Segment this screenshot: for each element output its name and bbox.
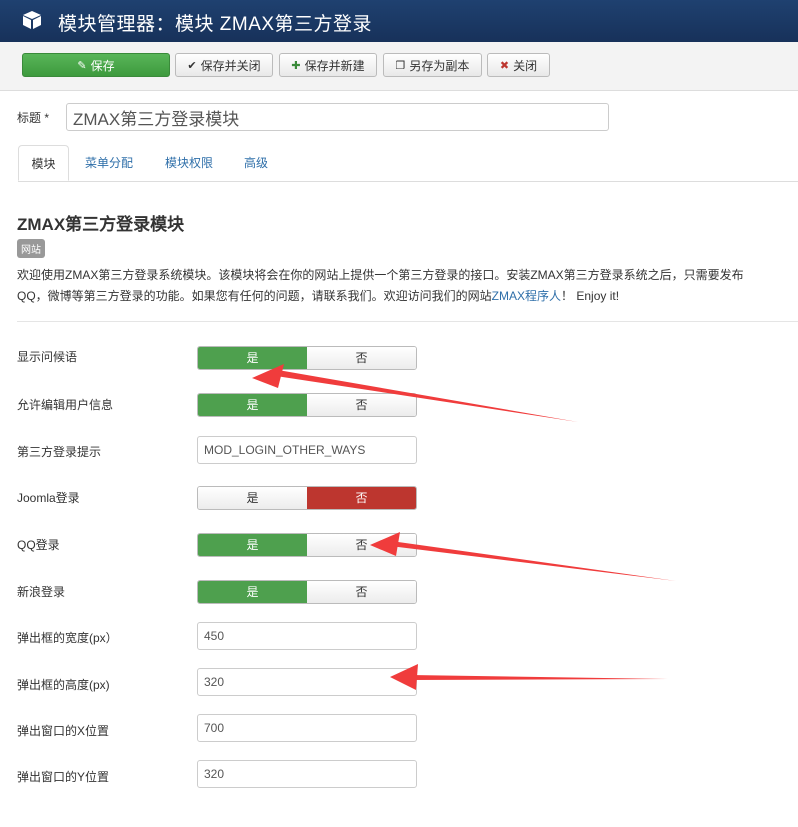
- allow-edit-yes[interactable]: 是: [198, 394, 307, 416]
- page-title: 模块管理器：模块 ZMAX第三方登录: [58, 14, 373, 35]
- allow-edit-no[interactable]: 否: [307, 394, 416, 416]
- module-title: ZMAX第三方登录模块: [17, 215, 185, 234]
- cube-icon: [23, 11, 41, 29]
- hint-input[interactable]: [197, 436, 417, 464]
- greeting-no[interactable]: 否: [307, 347, 416, 369]
- joomla-label: Joomla登录: [17, 491, 80, 505]
- save-new-button[interactable]: ✚ 保存并新建: [279, 53, 377, 77]
- qq-no[interactable]: 否: [307, 534, 416, 556]
- popup-y-label: 弹出窗口的Y位置: [17, 770, 110, 784]
- save-close-button[interactable]: ✔ 保存并关闭: [175, 53, 273, 77]
- popup-height-label: 弹出框的高度(px): [17, 678, 110, 692]
- description-line-1: 欢迎使用ZMAX第三方登录系统模块。该模块将会在你的网站上提供一个第三方登录的接…: [17, 268, 744, 282]
- popup-width-input[interactable]: [197, 622, 417, 650]
- title-input[interactable]: [66, 103, 609, 131]
- app-header: 模块管理器：模块 ZMAX第三方登录: [0, 0, 798, 42]
- zmax-link[interactable]: ZMAX程序人: [492, 289, 561, 303]
- weibo-label: 新浪登录: [17, 585, 66, 599]
- allow-edit-toggle[interactable]: 是 否: [197, 393, 417, 417]
- hint-label: 第三方登录提示: [17, 445, 102, 459]
- qq-toggle[interactable]: 是 否: [197, 533, 417, 557]
- annotation-arrow-2: [390, 541, 676, 581]
- weibo-no[interactable]: 否: [307, 581, 416, 603]
- plus-icon: ✚: [291, 59, 301, 72]
- tab-module-permissions[interactable]: 模块权限: [156, 145, 222, 181]
- popup-y-input[interactable]: [197, 760, 417, 788]
- qq-yes[interactable]: 是: [198, 534, 307, 556]
- save-button[interactable]: ✎ 保存: [22, 53, 170, 77]
- tab-bar: 模块 菜单分配 模块权限 高级: [18, 145, 798, 182]
- divider: [17, 321, 798, 322]
- title-label: 标题 *: [17, 111, 50, 125]
- weibo-toggle[interactable]: 是 否: [197, 580, 417, 604]
- save-copy-button[interactable]: ❐ 另存为副本: [383, 53, 482, 77]
- close-icon: ✖: [499, 59, 510, 72]
- allow-edit-label: 允许编辑用户信息: [17, 398, 114, 412]
- greeting-label: 显示问候语: [17, 350, 78, 364]
- site-badge: 网站: [17, 239, 45, 258]
- annotation-arrow-3: [410, 675, 668, 680]
- weibo-yes[interactable]: 是: [198, 581, 307, 603]
- toolbar: ✎ 保存 ✔ 保存并关闭 ✚ 保存并新建 ❐ 另存为副本 ✖ 关闭: [0, 42, 798, 91]
- edit-icon: ✎: [77, 59, 87, 72]
- greeting-yes[interactable]: 是: [198, 347, 307, 369]
- joomla-yes[interactable]: 是: [198, 487, 307, 509]
- popup-height-input[interactable]: [197, 668, 417, 696]
- popup-x-label: 弹出窗口的X位置: [17, 724, 110, 738]
- joomla-no[interactable]: 否: [307, 487, 416, 509]
- close-button[interactable]: ✖ 关闭: [487, 53, 550, 77]
- check-icon: ✔: [187, 59, 197, 72]
- greeting-toggle[interactable]: 是 否: [197, 346, 417, 370]
- qq-label: QQ登录: [17, 538, 60, 552]
- description-line-2: QQ，微博等第三方登录的功能。如果您有任何的问题，请联系我们。欢迎访问我们的网站…: [17, 289, 620, 303]
- popup-width-label: 弹出框的宽度(px）: [17, 631, 118, 645]
- tab-module[interactable]: 模块: [18, 145, 69, 181]
- popup-x-input[interactable]: [197, 714, 417, 742]
- module-description: 欢迎使用ZMAX第三方登录系统模块。该模块将会在你的网站上提供一个第三方登录的接…: [17, 265, 798, 307]
- copy-icon: ❐: [395, 59, 406, 72]
- joomla-toggle[interactable]: 是 否: [197, 486, 417, 510]
- tab-menu-assignment[interactable]: 菜单分配: [76, 145, 142, 181]
- tab-advanced[interactable]: 高级: [236, 145, 276, 181]
